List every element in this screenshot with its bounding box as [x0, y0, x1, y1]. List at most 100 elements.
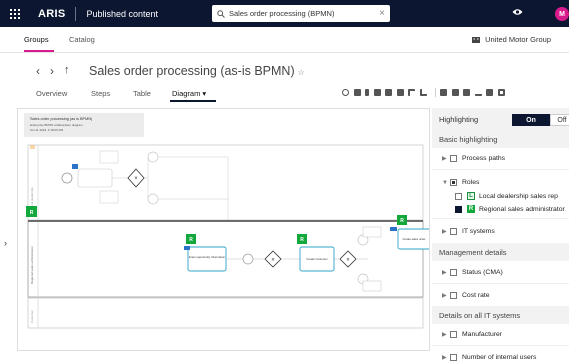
zoom-icon[interactable]: [342, 89, 349, 96]
pool-bottom: [27, 297, 424, 329]
toolbar-divider: [435, 88, 436, 97]
lane-label-bottom: Customer: [30, 310, 34, 323]
diagram-header-sub2: Oct 11 2023, 4:18:00 PM: [30, 128, 64, 132]
expand-caret-icon[interactable]: ▶: [442, 228, 450, 235]
tab-catalog[interactable]: Catalog: [69, 35, 95, 44]
diagram-header-title: Sales order processing (as is BPMN): [30, 117, 93, 121]
tab-active-underline: [170, 100, 216, 102]
section-title[interactable]: Published content: [86, 9, 158, 19]
eye-icon[interactable]: [512, 8, 523, 16]
svg-text:R: R: [400, 218, 404, 224]
people-icon[interactable]: [463, 89, 470, 96]
process-paths-item[interactable]: ▶ Process paths: [442, 155, 505, 162]
internal-users-item[interactable]: ▶ Number of internal users: [442, 354, 536, 361]
nav-row: Groups Catalog United Motor Group: [0, 27, 569, 53]
panel-header: Highlighting On Off: [432, 108, 569, 130]
status-item[interactable]: ▶ Status (CMA): [442, 269, 503, 276]
page-title: Sales order processing (as-is BPMN) ☆: [89, 64, 305, 78]
process-paths-checkbox[interactable]: [450, 155, 457, 162]
status-checkbox[interactable]: [450, 269, 457, 276]
tab-steps[interactable]: Steps: [91, 89, 110, 98]
brand-divider: [75, 6, 77, 21]
highlight-on-toggle[interactable]: On: [512, 114, 550, 126]
highlight-off-toggle[interactable]: Off: [550, 114, 569, 126]
role-regional-item[interactable]: R Regional sales administrator: [455, 205, 565, 213]
org-name: United Motor Group: [485, 35, 551, 44]
tab-underline: [24, 50, 54, 52]
expand-caret-icon[interactable]: ▶: [442, 292, 450, 299]
expand-left-icon[interactable]: ›: [4, 238, 7, 248]
grid-view-icon[interactable]: [497, 89, 505, 96]
forward-arrow-icon[interactable]: ›: [50, 64, 54, 78]
expand-caret-icon[interactable]: ▶: [442, 155, 450, 162]
role-local-checkbox[interactable]: [455, 192, 462, 200]
tab-table[interactable]: Table: [133, 89, 151, 98]
process-paths-label: Process paths: [462, 155, 506, 162]
expand-caret-icon[interactable]: ▶: [442, 269, 450, 276]
role-local-item[interactable]: L Local dealership sales rep: [455, 192, 558, 200]
divider: [432, 169, 569, 170]
compare-icon[interactable]: [451, 89, 459, 96]
role-regional-checkbox[interactable]: [455, 205, 462, 213]
role-regional-badge: R: [467, 205, 475, 213]
roles-checkbox[interactable]: [450, 179, 457, 186]
section-details-it: Details on all IT systems: [432, 306, 569, 324]
title-row: ‹ › ↑ Sales order processing (as-is BPMN…: [0, 60, 569, 84]
copy-icon[interactable]: [440, 89, 447, 96]
person-icon[interactable]: [373, 89, 381, 96]
org-selector[interactable]: United Motor Group: [472, 35, 551, 44]
chart-icon[interactable]: [474, 89, 482, 96]
building-icon: [472, 37, 481, 43]
collapse-caret-icon[interactable]: ▼: [442, 180, 450, 186]
tab-diagram[interactable]: Diagram ▾: [172, 89, 206, 98]
cost-rate-item[interactable]: ▶ Cost rate: [442, 292, 490, 299]
divider: [432, 218, 569, 219]
roles-label: Roles: [462, 179, 480, 186]
filter-icon[interactable]: [385, 89, 392, 96]
divider: [432, 283, 569, 284]
internal-users-label: Number of internal users: [462, 354, 537, 361]
search-value: Sales order processing (BPMN): [229, 9, 335, 18]
diagram-canvas[interactable]: Sales order processing (as is BPMN) Ente…: [17, 108, 430, 351]
search-input[interactable]: Sales order processing (BPMN) ×: [212, 5, 390, 22]
task-icon-top: [72, 164, 78, 169]
it-systems-label: IT systems: [462, 228, 495, 235]
roles-item[interactable]: ▼ Roles: [442, 179, 479, 186]
share-icon[interactable]: [408, 89, 415, 96]
manufacturer-item[interactable]: ▶ Manufacturer: [442, 331, 502, 338]
bpmn-diagram: Sales order processing (as is BPMN) Ente…: [24, 113, 429, 329]
tab-overview[interactable]: Overview: [36, 89, 67, 98]
avatar[interactable]: M: [555, 7, 569, 21]
lane-label-top: Local dealership: [30, 187, 34, 209]
svg-text:×: ×: [346, 258, 350, 264]
tab-groups[interactable]: Groups: [24, 35, 49, 44]
share-alt-icon[interactable]: [419, 89, 427, 96]
up-arrow-icon[interactable]: ↑: [64, 64, 70, 76]
highlight-icon[interactable]: [353, 89, 361, 96]
clear-search-icon[interactable]: ×: [379, 8, 385, 19]
table-icon[interactable]: [486, 89, 493, 96]
panel-title: Highlighting: [439, 115, 479, 124]
svg-text:×: ×: [271, 258, 275, 264]
expand-caret-icon[interactable]: ▶: [442, 354, 450, 361]
it-systems-checkbox[interactable]: [450, 228, 457, 235]
brand-logo[interactable]: ARIS: [38, 8, 65, 20]
print-icon[interactable]: [396, 89, 404, 96]
cost-rate-checkbox[interactable]: [450, 292, 457, 299]
role-local-badge: L: [467, 192, 475, 200]
expand-caret-icon[interactable]: ▶: [442, 331, 450, 338]
role-regional-label: Regional sales administrator: [479, 205, 565, 213]
favorite-star-icon[interactable]: ☆: [298, 68, 305, 77]
top-lane-elements: [30, 145, 229, 221]
pin-icon[interactable]: [365, 89, 369, 96]
manufacturer-checkbox[interactable]: [450, 331, 457, 338]
app-grid-icon[interactable]: [0, 0, 30, 27]
lane-label-middle: Regional sales administrator: [30, 246, 34, 284]
it-systems-item[interactable]: ▶ IT systems: [442, 228, 495, 235]
section-management: Management details: [432, 243, 569, 261]
back-arrow-icon[interactable]: ‹: [36, 64, 40, 78]
svg-text:Create Customer: Create Customer: [306, 257, 327, 261]
internal-users-checkbox[interactable]: [450, 354, 457, 361]
view-tabs: Overview Steps Table Diagram ▾: [0, 86, 569, 104]
svg-text:×: ×: [134, 176, 138, 182]
